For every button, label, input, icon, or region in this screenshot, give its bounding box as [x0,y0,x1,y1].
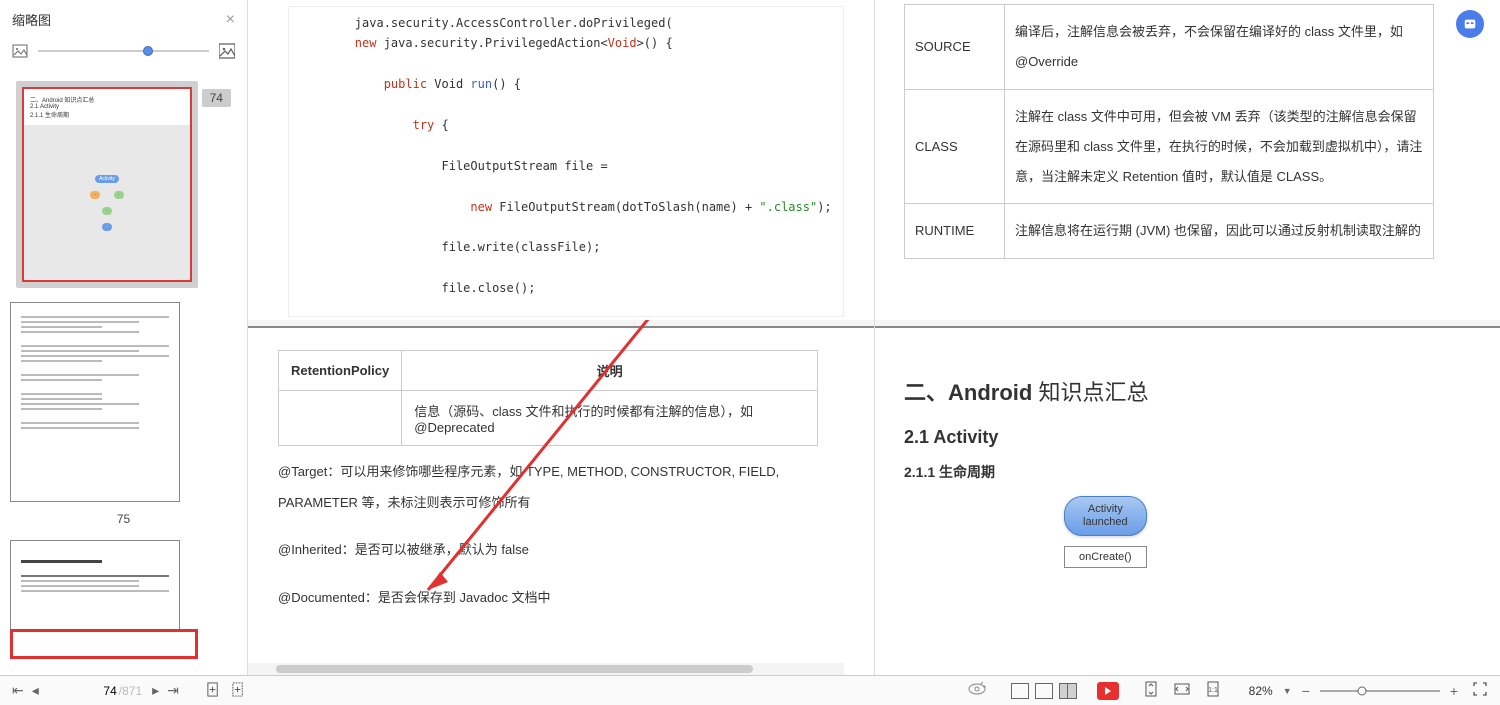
next-page-button[interactable]: ▸ [148,682,163,699]
pane-top-right: SOURCE编译后，注解信息会被丢弃，不会保留在编译好的 class 文件里，如… [874,0,1500,320]
page-total: /871 [119,684,142,698]
presentation-button[interactable] [1097,682,1119,700]
code-block: java.security.AccessController.doPrivile… [288,6,844,317]
add-page-2-icon[interactable] [226,682,251,700]
zoom-in-button[interactable]: + [1446,683,1462,699]
add-page-icon[interactable] [201,682,226,700]
retention-policy-table: SOURCE编译后，注解信息会被丢弃，不会保留在编译好的 class 文件里，如… [904,4,1434,259]
thumbnail-size-slider[interactable] [38,50,209,52]
thumbnail-number: 74 [202,89,231,107]
page-number-input[interactable] [49,682,119,700]
thumbnail-sidebar: 缩略图 × 二、Android 知识点汇总 2.1 Activity 2.1. [0,0,248,675]
subsection-heading: 2.1 Activity [904,427,1480,448]
image-small-icon[interactable] [12,43,28,59]
thumbnail-page-76[interactable] [10,540,237,630]
annotation-documented-text: @Documented：是否会保存到 Javadoc 文档中 [278,582,854,613]
fit-page-icon[interactable] [1139,681,1163,700]
zoom-out-button[interactable]: − [1298,683,1314,699]
retention-policy-header-table: RetentionPolicy说明 信息（源码、class 文件和执行的时候都有… [278,350,818,446]
close-icon[interactable]: × [226,11,235,29]
thumbnail-page-75[interactable]: 75 [10,302,237,526]
thumbnail-list: 二、Android 知识点汇总 2.1 Activity 2.1.1 生命周期 … [0,71,247,675]
lifecycle-start-node: Activitylaunched [1064,496,1147,536]
image-large-icon[interactable] [219,43,235,59]
zoom-value: 82% [1249,684,1273,698]
lifecycle-oncreate-node: onCreate() [1064,546,1147,568]
annotation-target-text: @Target：可以用来修饰哪些程序元素，如 TYPE, METHOD, CON… [278,456,854,518]
table-row: SOURCE [905,5,1005,90]
thumbnail-number: 75 [10,512,237,526]
pane-bottom-left: RetentionPolicy说明 信息（源码、class 文件和执行的时候都有… [248,320,874,675]
last-page-button[interactable]: ⇥ [163,682,183,699]
svg-text:1:1: 1:1 [1208,687,1218,694]
actual-size-icon[interactable]: 1:1 [1201,681,1225,700]
horizontal-scrollbar[interactable] [248,663,844,675]
prev-page-button[interactable]: ◂ [28,682,43,699]
document-viewer: java.security.AccessController.doPrivile… [248,0,1500,675]
pane-bottom-right: 二、Android 知识点汇总 2.1 Activity 2.1.1 生命周期 … [874,320,1500,675]
table-row: RUNTIME [905,204,1005,259]
section-heading: 二、Android 知识点汇总 [904,375,1480,407]
fit-width-icon[interactable] [1169,682,1195,699]
eye-icon[interactable] [963,682,991,699]
table-row: CLASS [905,89,1005,204]
chevron-down-icon[interactable]: ▼ [1283,686,1292,696]
subsubsection-heading: 2.1.1 生命周期 [904,462,1480,482]
layout-continuous-button[interactable] [1035,683,1053,699]
first-page-button[interactable]: ⇤ [8,682,28,699]
pane-top-left: java.security.AccessController.doPrivile… [248,0,874,320]
zoom-slider[interactable] [1320,690,1440,692]
assistant-badge-icon[interactable] [1456,10,1484,38]
layout-two-page-button[interactable] [1059,683,1077,699]
thumbnail-page-74[interactable]: 二、Android 知识点汇总 2.1 Activity 2.1.1 生命周期 … [10,79,237,288]
layout-single-button[interactable] [1011,683,1029,699]
bottom-toolbar: ⇤ ◂ /871 ▸ ⇥ [0,675,1500,705]
sidebar-title: 缩略图 [12,10,51,29]
annotation-inherited-text: @Inherited：是否可以被继承，默认为 false [278,534,854,565]
fullscreen-icon[interactable] [1468,682,1492,699]
